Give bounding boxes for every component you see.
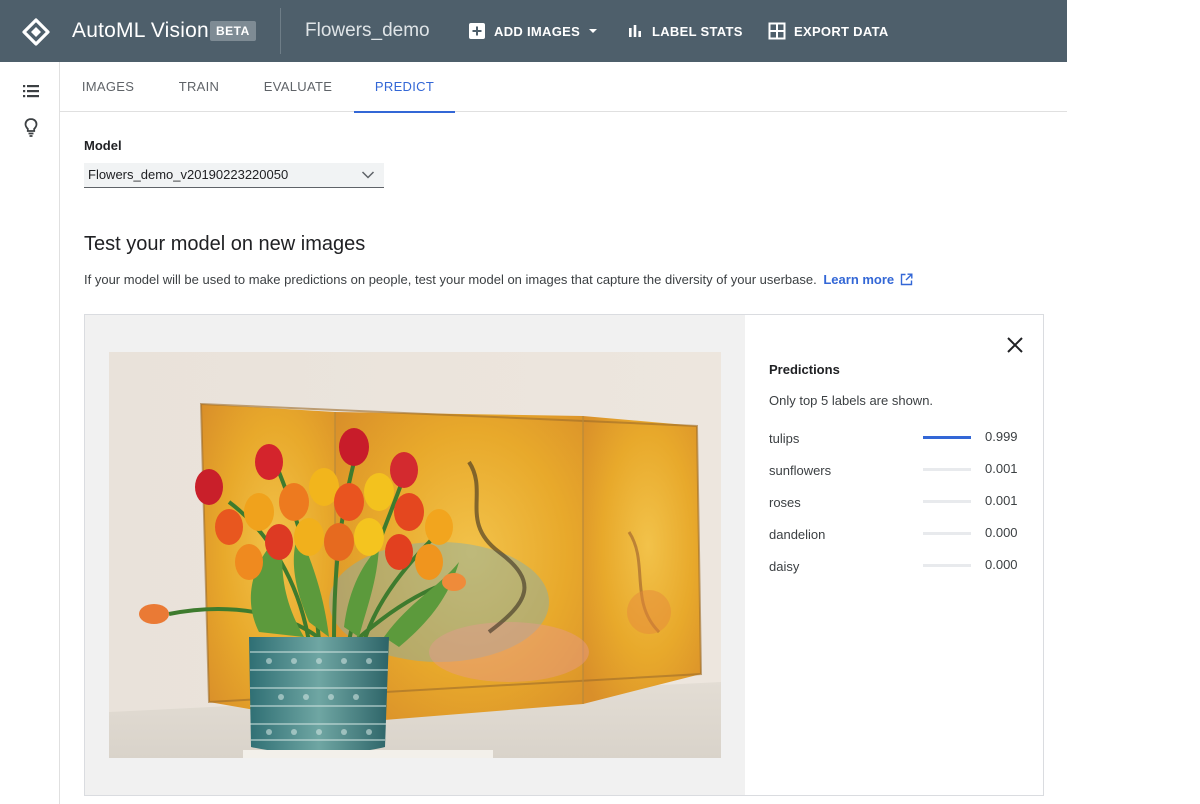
- predictions-note: Only top 5 labels are shown.: [769, 393, 934, 408]
- prediction-label: tulips: [769, 431, 800, 446]
- close-icon[interactable]: [1003, 333, 1027, 357]
- prediction-score-bar: [923, 500, 971, 503]
- list-icon[interactable]: [20, 80, 42, 102]
- prediction-label: dandelion: [769, 527, 826, 542]
- beta-badge: BETA: [210, 21, 256, 41]
- prediction-row: daisy 0.000: [769, 557, 1021, 577]
- add-images-button[interactable]: ADD IMAGES: [468, 20, 602, 42]
- app-title: AutoML Vision: [72, 19, 209, 42]
- prediction-row: roses 0.001: [769, 493, 1021, 513]
- prediction-label: sunflowers: [769, 463, 832, 478]
- image-preview-pane: [85, 315, 745, 795]
- app-window: AutoML Vision BETA Flowers_demo ADD IMAG…: [0, 0, 1067, 804]
- description-text: If your model will be used to make predi…: [84, 272, 817, 287]
- tab-images[interactable]: IMAGES: [60, 62, 156, 112]
- left-nav-rail: [0, 62, 60, 804]
- export-data-label: EXPORT DATA: [794, 23, 889, 39]
- tab-predict[interactable]: PREDICT: [354, 62, 455, 113]
- tab-train[interactable]: TRAIN: [156, 62, 242, 112]
- label-stats-label: LABEL STATS: [652, 23, 743, 39]
- export-data-button[interactable]: EXPORT DATA: [768, 20, 889, 42]
- lightbulb-icon[interactable]: [20, 116, 42, 138]
- prediction-score-bar: [923, 468, 971, 471]
- model-label: Model: [84, 138, 122, 153]
- tab-evaluate[interactable]: EVALUATE: [242, 62, 354, 112]
- bar-chart-icon: [629, 25, 641, 37]
- prediction-score: 0.999: [985, 429, 1018, 444]
- dataset-name: Flowers_demo: [305, 20, 430, 41]
- caret-down-icon: [589, 29, 598, 33]
- model-select[interactable]: Flowers_demo_v20190223220050: [84, 163, 384, 188]
- predictions-title: Predictions: [769, 362, 840, 377]
- header-divider: [280, 8, 281, 54]
- prediction-row: tulips 0.999: [769, 429, 1021, 449]
- predictions-pane: Predictions Only top 5 labels are shown.…: [745, 315, 1043, 795]
- tab-bar: IMAGES TRAIN EVALUATE PREDICT: [60, 62, 1067, 113]
- learn-more-label: Learn more: [823, 272, 895, 287]
- prediction-score: 0.000: [985, 557, 1018, 572]
- automl-logo-icon[interactable]: [22, 18, 50, 46]
- prediction-score-bar: [923, 564, 971, 567]
- prediction-score: 0.000: [985, 525, 1018, 540]
- table-grid-icon: [768, 22, 786, 40]
- label-stats-button[interactable]: LABEL STATS: [626, 20, 743, 42]
- prediction-label: roses: [769, 495, 801, 510]
- prediction-score-bar: [923, 436, 971, 439]
- prediction-row: dandelion 0.000: [769, 525, 1021, 545]
- learn-more-link[interactable]: Learn more: [823, 272, 913, 287]
- section-description: If your model will be used to make predi…: [84, 272, 913, 287]
- add-box-icon: [469, 23, 485, 39]
- section-title: Test your model on new images: [84, 233, 366, 255]
- prediction-row: sunflowers 0.001: [769, 461, 1021, 481]
- prediction-score: 0.001: [985, 493, 1018, 508]
- prediction-score-fill: [923, 436, 971, 439]
- prediction-score-bar: [923, 532, 971, 535]
- prediction-score: 0.001: [985, 461, 1018, 476]
- top-header-bar: AutoML Vision BETA Flowers_demo ADD IMAG…: [0, 0, 1067, 62]
- prediction-label: daisy: [769, 559, 800, 574]
- model-selected-value: Flowers_demo_v20190223220050: [88, 167, 289, 182]
- open-in-new-icon: [900, 273, 913, 286]
- chevron-down-icon: [361, 171, 375, 179]
- add-images-label: ADD IMAGES: [494, 23, 581, 39]
- uploaded-tulip-photo: [109, 352, 721, 758]
- prediction-card: Predictions Only top 5 labels are shown.…: [84, 314, 1044, 796]
